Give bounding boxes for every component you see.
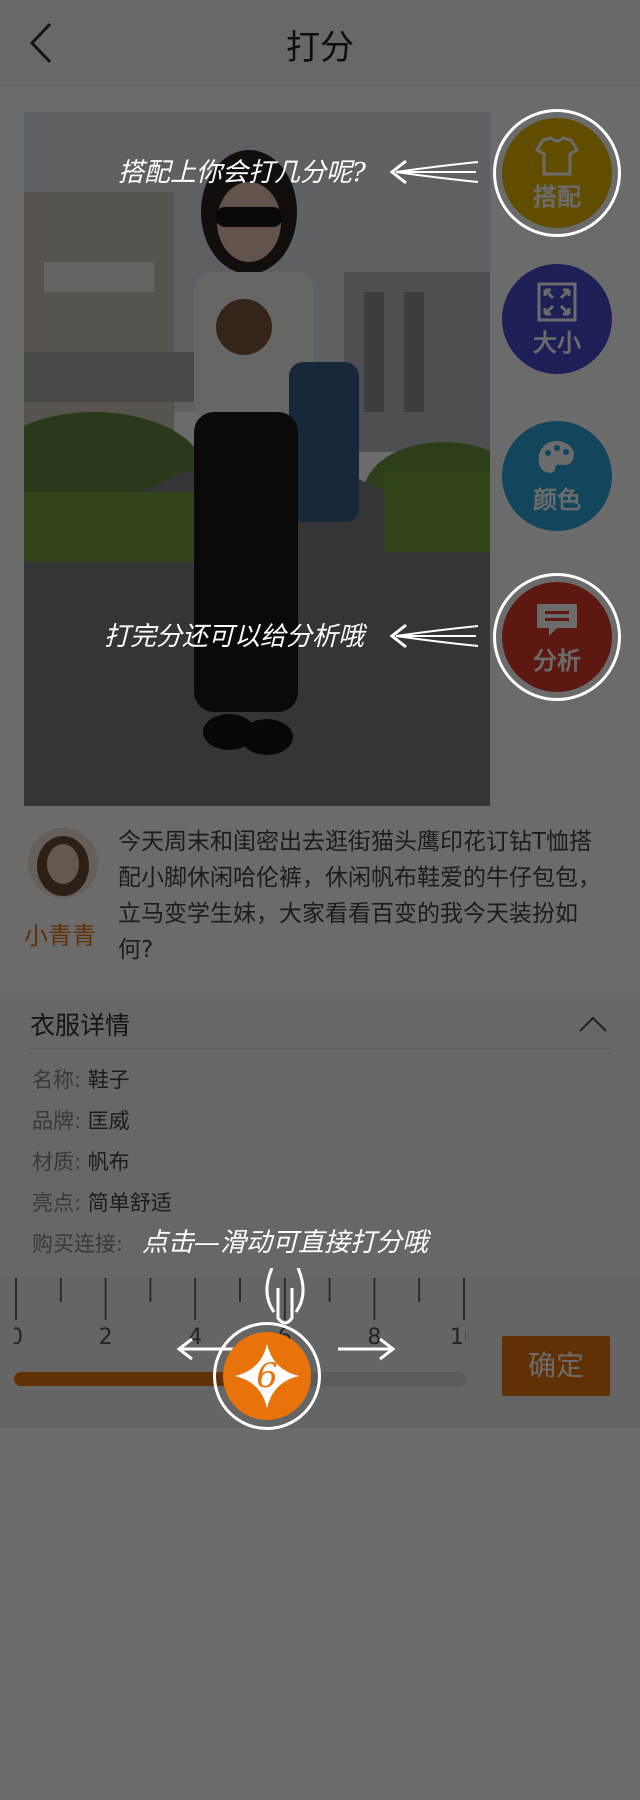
arrow-left-icon <box>389 159 479 185</box>
size-label: 大小 <box>533 329 581 357</box>
score-value: 6 <box>256 1356 278 1396</box>
knob-body: 6 <box>223 1332 312 1420</box>
detail-row-material: 材质: 帆布 <box>32 1150 130 1174</box>
ruler-tick-label: 2 <box>99 1325 113 1348</box>
score-slider-knob[interactable]: 6 <box>213 1322 322 1430</box>
post-description: 今天周末和闺密出去逛街猫头鹰印花订钻T恤搭配小脚休闲哈伦裤，休闲帆布鞋爱的牛仔包… <box>118 829 601 963</box>
collapse-button[interactable] <box>578 1014 608 1034</box>
confirm-button[interactable]: 确定 <box>502 1336 610 1396</box>
palette-icon <box>538 441 574 473</box>
detail-row-brand: 品牌: 匡威 <box>32 1109 130 1133</box>
outfit-photo <box>24 112 490 806</box>
detail-row-purchase-link[interactable]: 购买连接: <box>32 1228 123 1258</box>
post-info: 小青青 今天周末和闺密出去逛街猫头鹰印花订钻T恤搭配小脚休闲哈伦裤，休闲帆布鞋爱… <box>0 806 640 994</box>
color-button[interactable]: 颜色 <box>502 421 612 531</box>
tip-match: 搭配上你会打几分呢? <box>118 158 366 188</box>
detail-row-name: 名称: 鞋子 <box>32 1068 130 1092</box>
tip-analysis: 打完分还可以给分析哦 <box>104 622 365 652</box>
top-bar: 打分 <box>0 0 640 86</box>
username[interactable]: 小青青 <box>24 916 96 951</box>
ruler-tick-label: 0 <box>14 1325 23 1348</box>
highlight-ring-analysis <box>493 573 621 701</box>
ruler-tick-label: 10 <box>450 1325 466 1348</box>
color-label: 颜色 <box>533 486 581 514</box>
size-button[interactable]: 大小 <box>502 264 612 374</box>
chevron-up-icon <box>579 1016 607 1032</box>
arrow-left-icon <box>389 623 479 649</box>
divider <box>28 1048 612 1049</box>
page-title: 打分 <box>286 28 354 68</box>
detail-row-highlight: 亮点: 简单舒适 <box>32 1191 172 1215</box>
clothing-details-title: 衣服详情 <box>30 1011 131 1040</box>
resize-icon <box>537 282 577 322</box>
tip-slide: 点击—滑动可直接打分哦 <box>142 1228 429 1258</box>
avatar[interactable] <box>28 828 98 898</box>
highlight-ring-match <box>493 109 621 237</box>
